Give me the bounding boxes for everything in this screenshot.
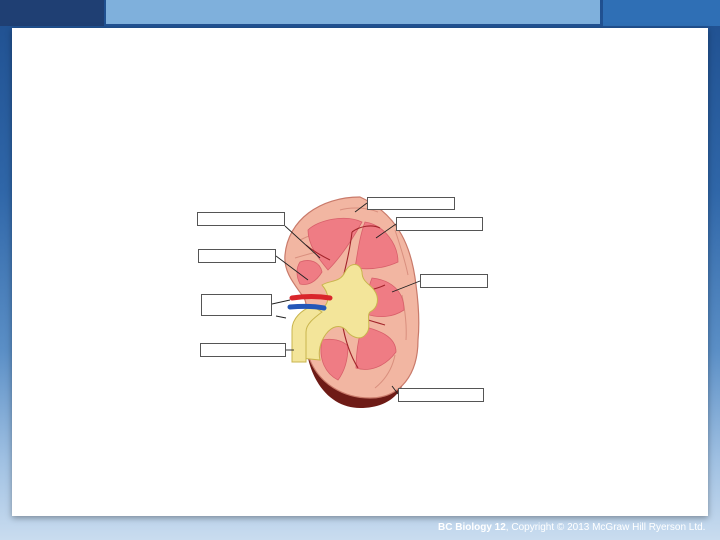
copyright-text: , Copyright © 2013 McGraw Hill Ryerson L… [505, 522, 706, 533]
label-box-right-1[interactable] [367, 197, 455, 210]
book-title: BC Biology 12 [438, 522, 506, 533]
kidney-diagram [271, 196, 421, 408]
label-box-left-1[interactable] [197, 212, 285, 226]
label-box-left-4[interactable] [200, 343, 286, 357]
renal-artery [289, 294, 333, 301]
copyright-footer: BC Biology 12, Copyright © 2013 McGraw H… [438, 522, 718, 536]
label-box-right-4[interactable] [398, 388, 484, 402]
renal-vein [287, 303, 327, 311]
label-box-left-2[interactable] [198, 249, 276, 263]
label-box-left-3[interactable] [201, 294, 272, 316]
label-box-right-2[interactable] [396, 217, 483, 231]
label-box-right-3[interactable] [420, 274, 488, 288]
